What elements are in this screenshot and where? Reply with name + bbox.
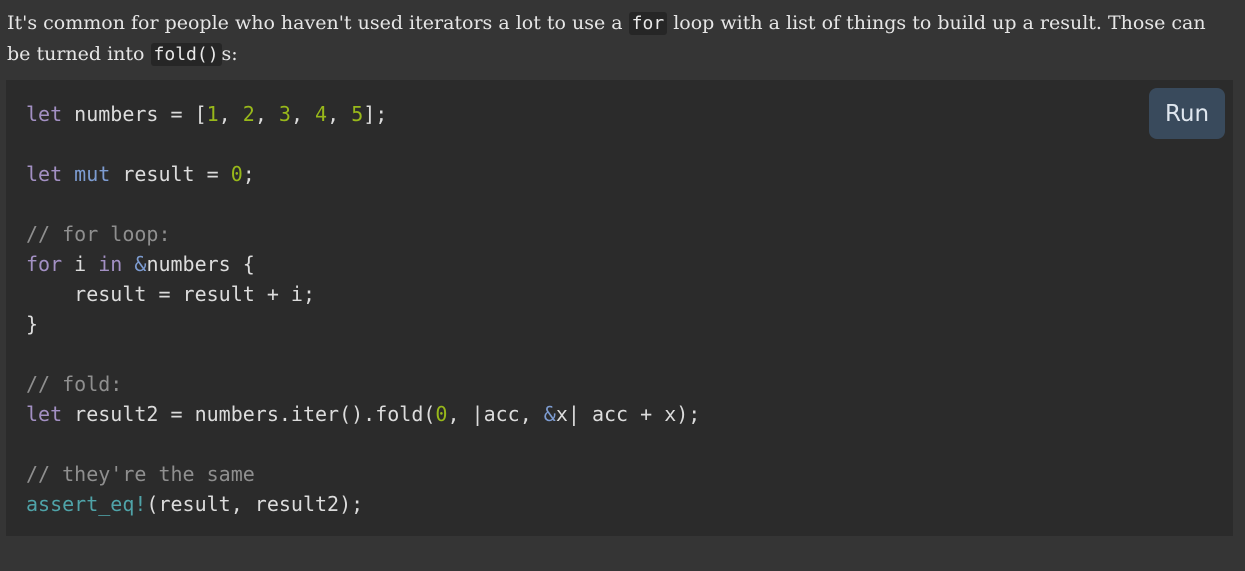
code-block: Run let numbers = [1, 2, 3, 4, 5]; let m… (6, 80, 1233, 536)
code-text: , |acc, (447, 402, 544, 426)
run-button[interactable]: Run (1149, 88, 1225, 139)
code-comment: // they're the same (26, 462, 255, 486)
reference-operator: & (134, 252, 147, 276)
code-line: let mut result = 0; (26, 159, 700, 189)
keyword-let: let (26, 102, 63, 126)
number-literal: 0 (435, 402, 448, 426)
code-text: , (218, 102, 243, 126)
code-text: , (327, 102, 352, 126)
keyword-let: let (26, 162, 63, 186)
code-line: result = result + i; (26, 282, 315, 306)
number-literal: 1 (206, 102, 219, 126)
reference-operator: & (543, 402, 556, 426)
code-text: numbers { (146, 252, 255, 276)
code-text: ]; (363, 102, 388, 126)
code-text: i (62, 252, 99, 276)
page: It's common for people who haven't used … (0, 0, 1245, 571)
inline-code-for: for (628, 12, 668, 35)
keyword-in: in (98, 252, 123, 276)
number-literal: 4 (315, 102, 328, 126)
number-literal: 3 (278, 102, 291, 126)
macro-assert-eq: assert_eq! (26, 492, 147, 516)
number-literal: 5 (351, 102, 364, 126)
number-literal: 2 (242, 102, 255, 126)
number-literal: 0 (230, 162, 243, 186)
code-text: (result, result2); (146, 492, 364, 516)
keyword-for: for (26, 252, 63, 276)
code-text: numbers = [ (62, 102, 207, 126)
code-line: } (26, 312, 39, 336)
keyword-let: let (26, 402, 63, 426)
code-text: , (254, 102, 279, 126)
code-line: let result2 = numbers.iter().fold(0, |ac… (26, 399, 700, 429)
code-comment: // for loop: (26, 222, 171, 246)
code-listing: let numbers = [1, 2, 3, 4, 5]; let mut r… (26, 99, 700, 519)
code-line: assert_eq!(result, result2); (26, 489, 700, 519)
code-text: result = (110, 162, 231, 186)
code-comment: // fold: (26, 372, 123, 396)
code-text: result2 = numbers.iter().fold( (62, 402, 436, 426)
keyword-mut: mut (74, 162, 111, 186)
intro-paragraph: It's common for people who haven't used … (7, 8, 1232, 70)
intro-text-1: It's common for people who haven't used … (7, 12, 629, 34)
code-line: let numbers = [1, 2, 3, 4, 5]; (26, 99, 700, 129)
code-line: for i in &numbers { (26, 249, 700, 279)
code-text: ; (242, 162, 255, 186)
code-text: , (290, 102, 316, 126)
intro-text-3: s: (221, 43, 238, 65)
inline-code-fold: fold() (150, 43, 222, 66)
code-text: x| acc + x); (555, 402, 701, 426)
